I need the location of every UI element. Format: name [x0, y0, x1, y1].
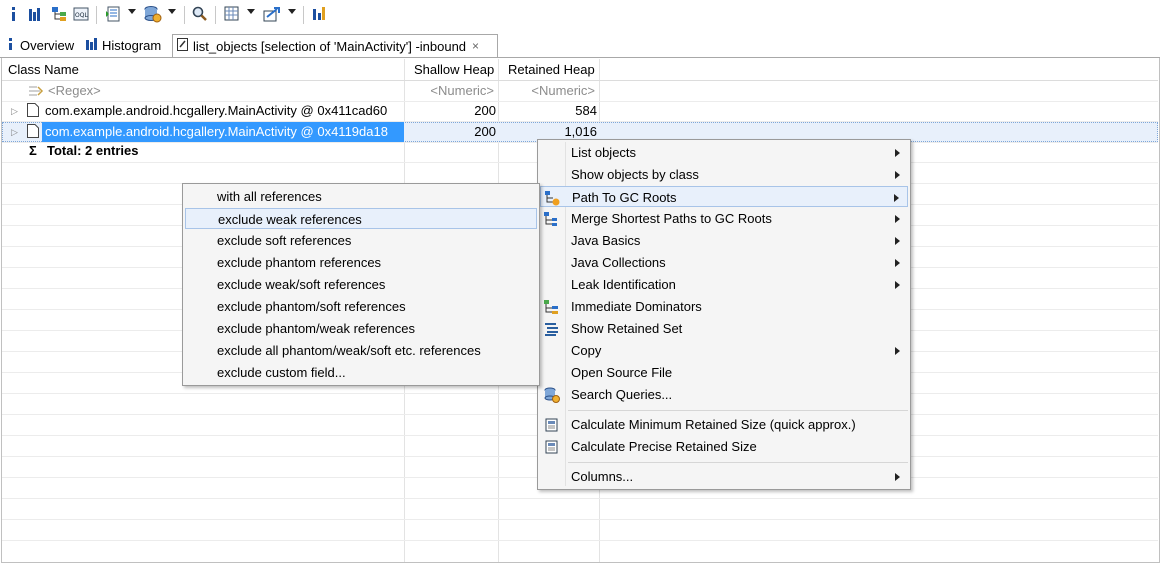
menu-item-java-collections[interactable]: Java Collections	[540, 252, 908, 273]
object-icon	[27, 103, 39, 119]
submenu-arrow-icon	[895, 149, 900, 157]
menu-item-java-basics[interactable]: Java Basics	[540, 230, 908, 251]
tab-label: Histogram	[102, 38, 162, 53]
search-icon[interactable]	[191, 5, 209, 23]
row-class-name: com.example.android.hcgallery.MainActivi…	[42, 122, 404, 142]
merge-paths-icon	[544, 211, 560, 227]
dominator-tree-icon[interactable]	[50, 5, 68, 23]
class-name-filter-input[interactable]: <Regex>	[48, 81, 101, 101]
query-browser-dropdown-icon[interactable]	[168, 9, 176, 14]
oql-icon[interactable]: OQL	[72, 5, 90, 23]
row-shallow-heap: 200	[474, 124, 496, 139]
retained-set-icon	[544, 321, 560, 337]
tab-histogram[interactable]: Histogram	[86, 34, 170, 57]
row-shallow-heap: 200	[474, 103, 496, 118]
submenu-item-exclude-phantom-weak-references[interactable]: exclude phantom/weak references	[185, 318, 537, 339]
row-class-name: com.example.android.hcgallery.MainActivi…	[45, 103, 388, 118]
menu-item-open-source-file[interactable]: Open Source File	[540, 362, 908, 383]
toolbar: OQL	[0, 0, 1160, 30]
tab-label: Overview	[20, 38, 75, 53]
menu-item-calculate-precise-retained-size[interactable]: Calculate Precise Retained Size	[540, 436, 908, 457]
menu-item-path-to-gc-roots[interactable]: Path To GC Roots	[540, 186, 908, 207]
submenu-arrow-icon	[895, 473, 900, 481]
search-queries-icon	[544, 387, 560, 403]
path-to-gc-roots-submenu: with all references exclude weak referen…	[182, 183, 540, 386]
shallow-heap-filter-input[interactable]: <Numeric>	[406, 81, 494, 101]
export-dropdown-icon[interactable]	[288, 9, 296, 14]
tab-list-objects[interactable]: list_objects [selection of 'MainActivity…	[172, 34, 498, 57]
retained-heap-filter-input[interactable]: <Numeric>	[500, 81, 595, 101]
query-browser-icon[interactable]	[144, 5, 162, 23]
expand-arrow-icon[interactable]: ▷	[11, 122, 18, 142]
submenu-arrow-icon	[895, 215, 900, 223]
sigma-icon: Σ	[29, 143, 37, 158]
menu-item-calculate-minimum-retained-size[interactable]: Calculate Minimum Retained Size (quick a…	[540, 414, 908, 435]
editor-tabs: Overview Histogram list_objects [selecti…	[0, 34, 1160, 58]
path-to-gc-roots-icon	[545, 190, 561, 206]
submenu-arrow-icon	[895, 281, 900, 289]
context-menu: List objects Show objects by class Path …	[537, 139, 911, 490]
menu-item-merge-shortest-paths[interactable]: Merge Shortest Paths to GC Roots	[540, 208, 908, 229]
menu-item-list-objects[interactable]: List objects	[540, 142, 908, 163]
svg-text:OQL: OQL	[75, 12, 88, 19]
submenu-arrow-icon	[895, 347, 900, 355]
tab-label: list_objects [selection of 'MainActivity…	[193, 38, 467, 54]
column-header-shallow-heap[interactable]: Shallow Heap	[414, 59, 494, 81]
calculator-icon	[544, 417, 560, 433]
submenu-item-with-all-references[interactable]: with all references	[185, 186, 537, 207]
thread-overview-icon[interactable]	[104, 5, 122, 23]
submenu-arrow-icon	[895, 237, 900, 245]
submenu-item-exclude-weak-references[interactable]: exclude weak references	[185, 208, 537, 229]
regex-filter-icon	[28, 81, 44, 101]
row-retained-heap: 584	[575, 103, 597, 118]
menu-item-show-retained-set[interactable]: Show Retained Set	[540, 318, 908, 339]
histogram-icon	[86, 38, 98, 53]
heap-dump-overview-icon[interactable]	[223, 5, 241, 23]
info-icon	[6, 38, 16, 53]
menu-item-search-queries[interactable]: Search Queries...	[540, 384, 908, 405]
export-icon[interactable]	[263, 5, 281, 23]
histogram-icon[interactable]	[26, 5, 44, 23]
submenu-arrow-icon	[895, 259, 900, 267]
submenu-item-exclude-weak-soft-references[interactable]: exclude weak/soft references	[185, 274, 537, 295]
menu-item-immediate-dominators[interactable]: Immediate Dominators	[540, 296, 908, 317]
submenu-item-exclude-custom-field[interactable]: exclude custom field...	[185, 362, 537, 383]
expand-arrow-icon[interactable]: ▷	[11, 101, 18, 121]
menu-item-columns[interactable]: Columns...	[540, 466, 908, 487]
submenu-arrow-icon	[895, 171, 900, 179]
list-objects-icon	[177, 38, 189, 54]
column-header-retained-heap[interactable]: Retained Heap	[508, 59, 595, 81]
submenu-item-exclude-phantom-references[interactable]: exclude phantom references	[185, 252, 537, 273]
menu-item-show-objects-by-class[interactable]: Show objects by class	[540, 164, 908, 185]
column-header-class-name[interactable]: Class Name	[8, 59, 79, 81]
total-entries-label: Total: 2 entries	[47, 143, 139, 158]
close-icon[interactable]: ×	[472, 39, 479, 53]
submenu-item-exclude-phantom-soft-references[interactable]: exclude phantom/soft references	[185, 296, 537, 317]
object-icon	[27, 124, 39, 140]
submenu-arrow-icon	[894, 194, 899, 202]
thread-overview-dropdown-icon[interactable]	[128, 9, 136, 14]
immediate-dominators-icon	[544, 299, 560, 315]
menu-item-copy[interactable]: Copy	[540, 340, 908, 361]
leak-suspects-icon[interactable]	[310, 5, 328, 23]
menu-item-leak-identification[interactable]: Leak Identification	[540, 274, 908, 295]
info-icon[interactable]	[4, 5, 22, 23]
calculator-icon	[544, 439, 560, 455]
submenu-item-exclude-soft-references[interactable]: exclude soft references	[185, 230, 537, 251]
submenu-item-exclude-all-references[interactable]: exclude all phantom/weak/soft etc. refer…	[185, 340, 537, 361]
tab-overview[interactable]: Overview	[6, 34, 82, 57]
heap-dump-dropdown-icon[interactable]	[247, 9, 255, 14]
